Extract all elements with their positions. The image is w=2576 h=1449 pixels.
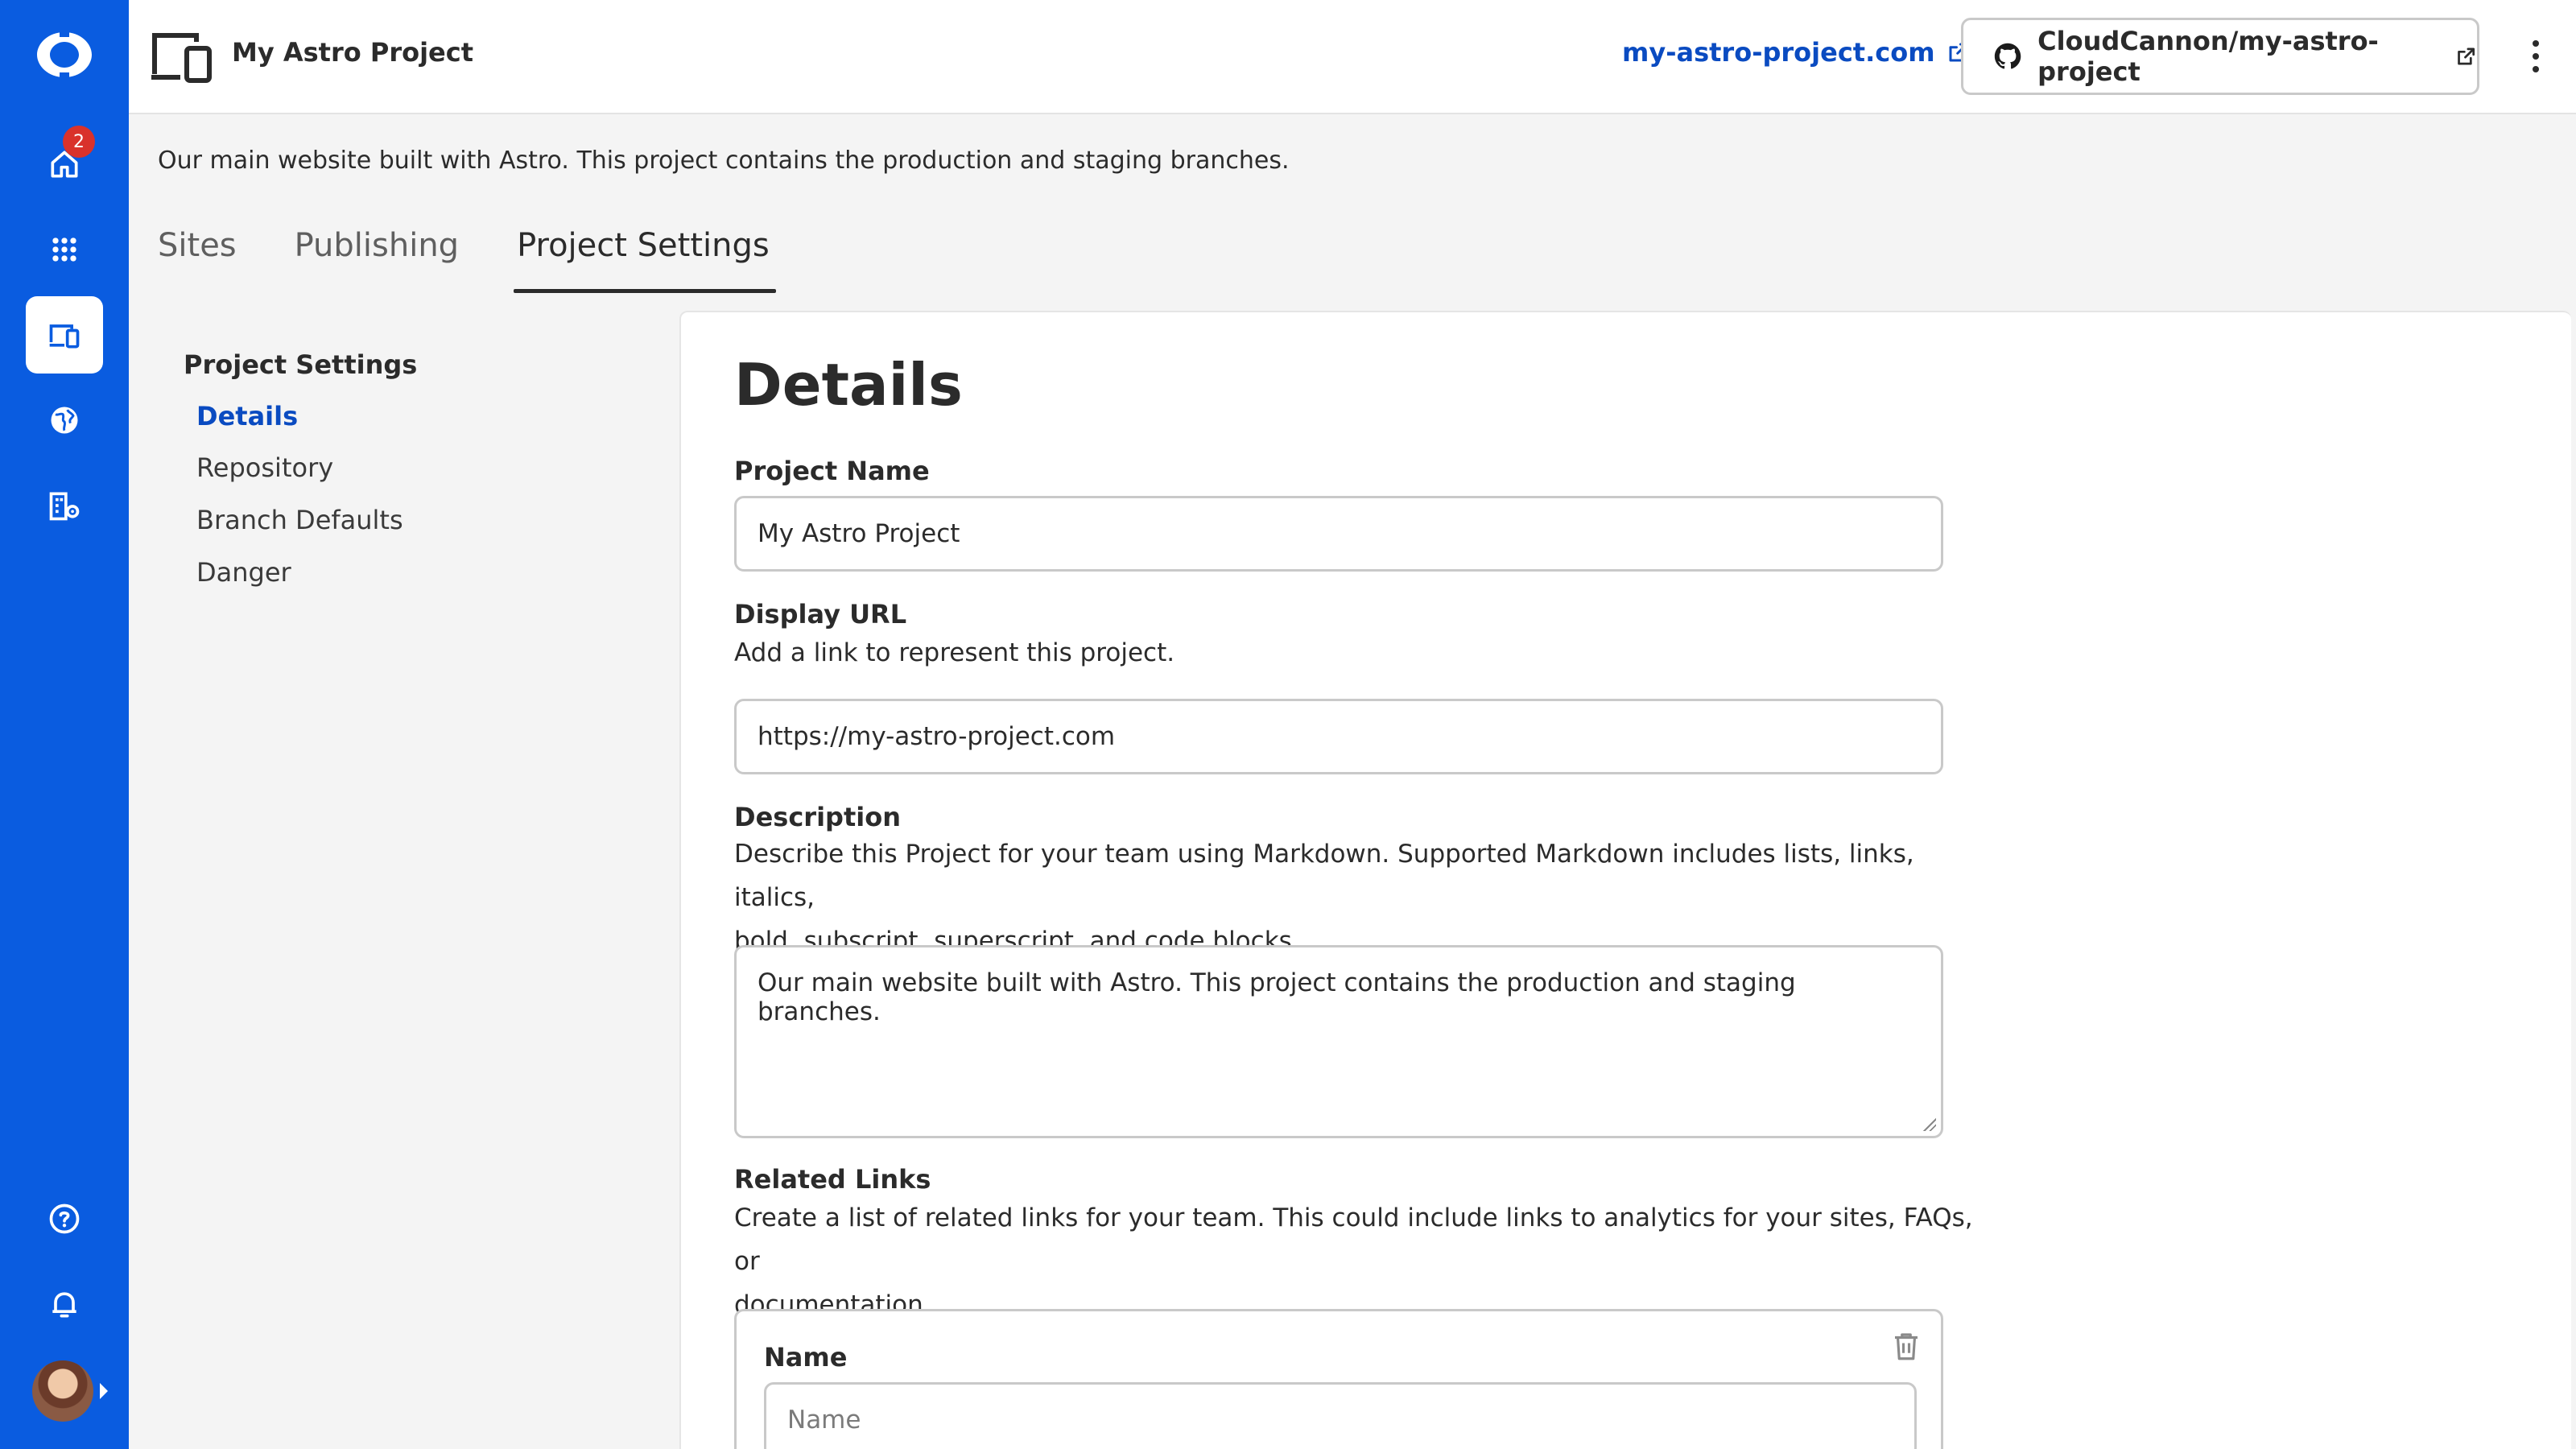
related-link-card: Name Name (734, 1309, 1943, 1449)
project-name-label: Project Name (734, 456, 930, 486)
project-description: Our main website built with Astro. This … (158, 147, 1290, 175)
projects-icon (49, 324, 80, 349)
project-devices-icon (151, 33, 212, 83)
rail-org-button[interactable] (26, 467, 103, 544)
project-title: My Astro Project (232, 37, 474, 68)
rail-projects-button[interactable] (26, 296, 103, 374)
description-label: Description (734, 802, 901, 832)
project-tabs: Sites Publishing Project Settings (158, 227, 828, 293)
rail-sites-button[interactable] (26, 382, 103, 459)
settings-nav-title: Project Settings (184, 349, 418, 380)
site-link-label: my-astro-project.com (1622, 37, 1935, 68)
project-name-input[interactable]: My Astro Project (734, 496, 1943, 572)
display-url-help: Add a link to represent this project. (734, 638, 1175, 667)
organisation-settings-icon (49, 492, 80, 521)
display-url-input[interactable]: https://my-astro-project.com (734, 699, 1943, 774)
help-icon (49, 1203, 80, 1234)
external-link-icon (2457, 47, 2475, 65)
rail-home-button[interactable]: 2 (26, 126, 103, 203)
globe-icon (51, 407, 78, 434)
github-icon (1994, 43, 2021, 69)
caret-right-icon[interactable] (100, 1383, 108, 1399)
rail-apps-button[interactable] (26, 211, 103, 288)
tab-sites[interactable]: Sites (158, 227, 266, 293)
repository-label: CloudCannon/my-astro-project (2037, 26, 2379, 87)
apps-grid-icon (52, 237, 76, 262)
rail-help-button[interactable] (26, 1180, 103, 1257)
project-site-link[interactable]: my-astro-project.com (1622, 37, 1971, 68)
tab-project-settings[interactable]: Project Settings (514, 227, 799, 293)
settings-content: Project Settings Details Repository Bran… (129, 311, 2576, 1449)
display-url-label: Display URL (734, 599, 907, 630)
details-panel: Details Project Name My Astro Project Di… (679, 311, 2571, 1449)
related-links-help-line-1: Create a list of related links for your … (734, 1203, 1973, 1276)
tab-publishing[interactable]: Publishing (295, 227, 488, 293)
trash-icon[interactable] (1889, 1329, 1923, 1363)
link-name-label: Name (764, 1342, 848, 1373)
bell-icon (52, 1292, 76, 1318)
project-header: My Astro Project my-astro-project.com Cl… (129, 0, 2576, 114)
description-textarea[interactable]: Our main website built with Astro. This … (734, 945, 1943, 1138)
page-title: Details (734, 351, 963, 419)
more-options-icon[interactable] (2520, 35, 2552, 77)
description-help-line-1: Describe this Project for your team usin… (734, 840, 1914, 912)
settings-nav-branch-defaults[interactable]: Branch Defaults (196, 505, 403, 535)
repository-button[interactable]: CloudCannon/my-astro-project (1961, 18, 2479, 95)
cloudcannon-logo-icon[interactable] (31, 29, 98, 80)
notification-badge: 2 (63, 126, 95, 158)
settings-sidebar: Project Settings Details Repository Bran… (132, 311, 679, 1449)
project-subheader: Our main website built with Astro. This … (129, 114, 2576, 312)
rail-notifications-button[interactable] (26, 1265, 103, 1343)
description-value: Our main website built with Astro. This … (758, 968, 1796, 1026)
settings-nav-details[interactable]: Details (196, 401, 298, 431)
settings-nav-repository[interactable]: Repository (196, 452, 333, 483)
app-rail: 2 (0, 0, 129, 1449)
resize-handle-icon[interactable] (1923, 1118, 1936, 1131)
description-help: Describe this Project for your team usin… (734, 832, 1990, 963)
related-links-help: Create a list of related links for your … (734, 1196, 1990, 1327)
related-links-label: Related Links (734, 1164, 931, 1195)
settings-nav-danger[interactable]: Danger (196, 557, 291, 588)
link-name-input[interactable]: Name (764, 1382, 1917, 1449)
user-avatar[interactable] (32, 1360, 93, 1422)
